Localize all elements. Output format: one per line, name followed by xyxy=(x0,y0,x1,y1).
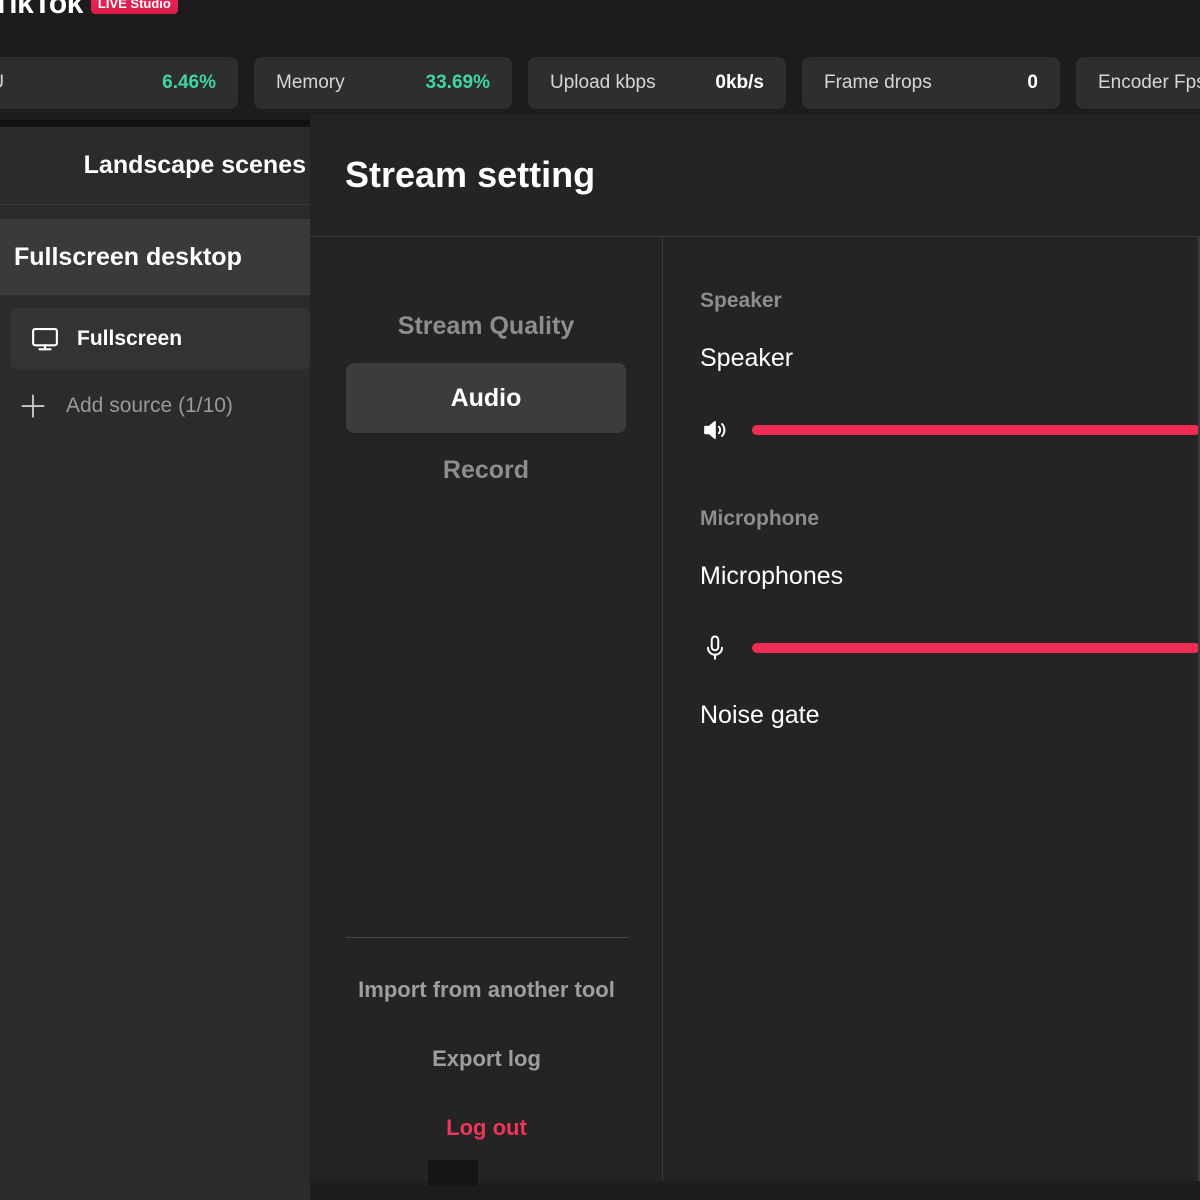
scene-item-label: Fullscreen desktop xyxy=(14,242,242,271)
brand-name: TikTok xyxy=(0,0,83,20)
stat-label-memory: Memory xyxy=(276,72,345,93)
stat-label-upload-kbps: Upload kbps xyxy=(550,72,656,93)
speaker-section-label: Speaker xyxy=(700,289,782,312)
tiktok-live-studio-window: TikTok LIVE Studio CPU 6.46% Memory 33.6… xyxy=(0,0,1200,1200)
scenes-panel-title: Landscape scenes xyxy=(83,151,306,179)
modal-footer-nub xyxy=(428,1160,478,1186)
modal-nav: Stream Quality Audio Record Import from … xyxy=(310,237,663,1186)
microphone-volume-row xyxy=(700,631,1200,665)
scenes-panel: Landscape scenes Fullscreen desktop Full… xyxy=(0,120,310,1200)
stat-value-frame-drops: 0 xyxy=(1027,72,1038,93)
stat-pill-encoder-fps: Encoder Fps xyxy=(1076,57,1200,109)
modal-header: Stream setting xyxy=(310,114,1200,237)
volume-icon[interactable] xyxy=(700,415,730,445)
microphone-volume-fill xyxy=(752,643,1200,653)
stat-label-cpu: CPU xyxy=(0,72,4,94)
import-from-another-tool-button[interactable]: Import from another tool xyxy=(337,962,637,1018)
scene-item-fullscreen-desktop[interactable]: Fullscreen desktop xyxy=(0,219,310,295)
nav-link-label: Export log xyxy=(432,1046,541,1071)
nav-item-audio[interactable]: Audio xyxy=(346,363,626,433)
stat-pill-cpu: CPU 6.46% xyxy=(0,57,238,109)
microphone-device-select[interactable]: Microphones xyxy=(700,562,1200,591)
source-item-label: Fullscreen xyxy=(77,327,183,350)
stat-label-frame-drops: Frame drops xyxy=(824,72,932,93)
speaker-volume-fill xyxy=(752,425,1200,435)
speaker-volume-row xyxy=(700,413,1200,447)
nav-link-label: Import from another tool xyxy=(358,977,615,1002)
app-logo: TikTok LIVE Studio xyxy=(0,0,178,22)
monitor-icon xyxy=(30,324,60,354)
stat-value-memory: 33.69% xyxy=(425,72,490,93)
performance-stats: CPU 6.46% Memory 33.69% Upload kbps 0kb/… xyxy=(0,57,1200,109)
stream-setting-modal: Stream setting Stream Quality Audio Reco… xyxy=(310,114,1200,1186)
noise-gate-label[interactable]: Noise gate xyxy=(700,701,1200,730)
stat-label-encoder-fps: Encoder Fps xyxy=(1098,72,1200,93)
add-source-button[interactable]: Add source (1/10) xyxy=(18,382,310,430)
stat-value-upload-kbps: 0kb/s xyxy=(715,72,764,93)
top-bar: TikTok LIVE Studio CPU 6.46% Memory 33.6… xyxy=(0,0,1200,120)
audio-settings-panel: Speaker Speaker Microphone Microphones N… xyxy=(664,237,1200,1186)
scenes-panel-header: Landscape scenes xyxy=(0,127,310,205)
speaker-volume-slider[interactable] xyxy=(752,425,1200,435)
nav-item-record[interactable]: Record xyxy=(346,435,626,505)
export-log-button[interactable]: Export log xyxy=(337,1031,637,1087)
nav-item-label: Stream Quality xyxy=(397,311,575,340)
panel-top-divider xyxy=(0,120,310,127)
modal-title: Stream setting xyxy=(345,154,596,195)
log-out-button[interactable]: Log out xyxy=(337,1100,637,1156)
live-studio-badge: LIVE Studio xyxy=(90,0,178,14)
source-item-fullscreen[interactable]: Fullscreen xyxy=(10,308,310,370)
microphone-section-label: Microphone xyxy=(700,507,819,530)
nav-item-label: Audio xyxy=(450,383,522,412)
microphone-volume-slider[interactable] xyxy=(752,643,1200,653)
stat-value-cpu: 6.46% xyxy=(162,72,216,93)
nav-item-stream-quality[interactable]: Stream Quality xyxy=(346,291,626,361)
plus-icon xyxy=(18,391,48,421)
modal-nav-footer: Import from another tool Export log Log … xyxy=(310,937,663,1156)
microphone-icon[interactable] xyxy=(700,633,730,663)
add-source-label: Add source (1/10) xyxy=(66,394,233,417)
stat-pill-upload-kbps: Upload kbps 0kb/s xyxy=(528,57,786,109)
nav-divider xyxy=(345,937,628,938)
speaker-device-select[interactable]: Speaker xyxy=(700,344,1200,373)
nav-item-label: Record xyxy=(442,455,530,484)
nav-link-label: Log out xyxy=(446,1115,527,1140)
stat-pill-frame-drops: Frame drops 0 xyxy=(802,57,1060,109)
stat-pill-memory: Memory 33.69% xyxy=(254,57,512,109)
